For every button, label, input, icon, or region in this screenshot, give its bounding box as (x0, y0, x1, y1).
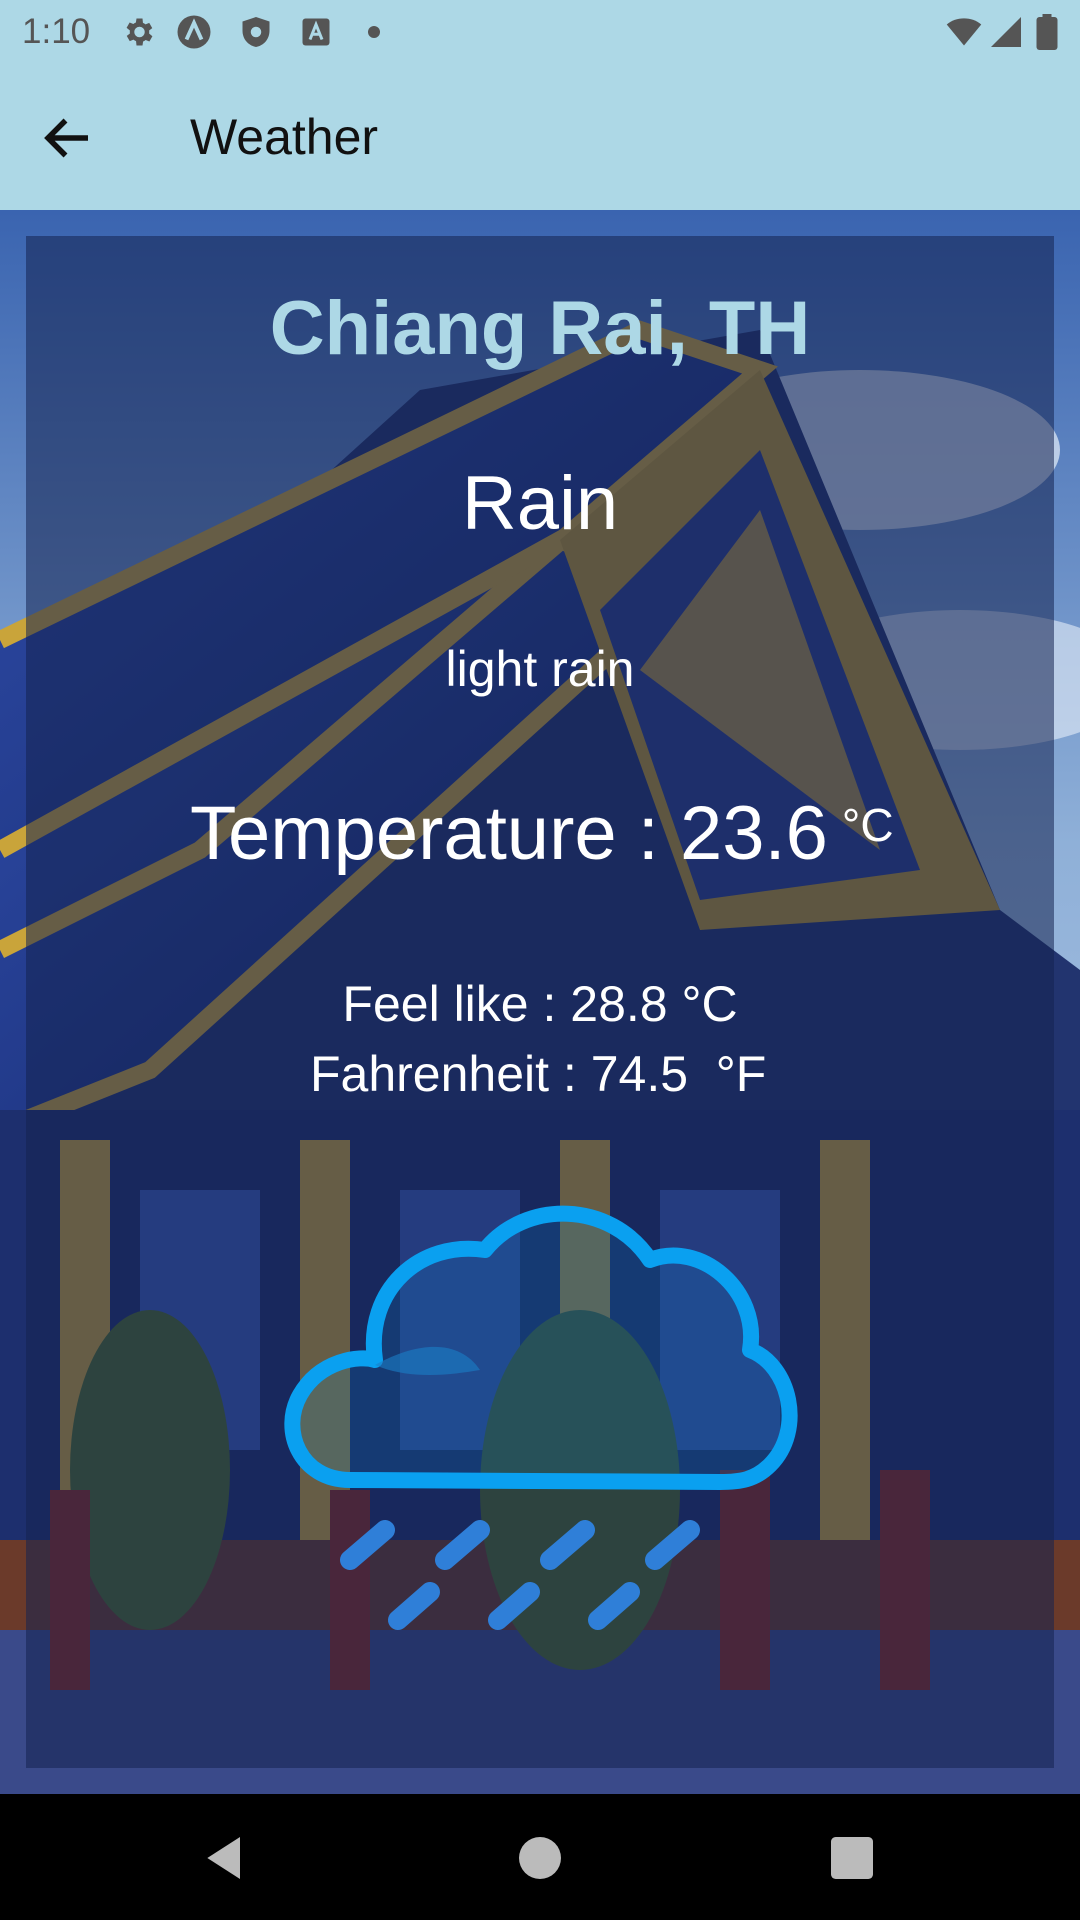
wifi-icon (946, 18, 982, 46)
battery-icon (1036, 14, 1058, 50)
page-title: Weather (190, 109, 379, 165)
status-bar: 1:10 (0, 0, 1080, 63)
shield-icon (242, 17, 270, 47)
signal-icon (991, 17, 1021, 47)
weather-description: light rain (445, 641, 635, 697)
temperature: Temperature : 23.6 °C (190, 790, 894, 877)
arrow-back-icon[interactable] (38, 108, 98, 168)
back-triangle-icon[interactable] (198, 1830, 254, 1886)
dot-icon (368, 26, 380, 38)
settings-icon (126, 18, 153, 46)
temperature-unit: °C (841, 799, 894, 851)
temperature-value: Temperature : 23.6 (190, 791, 828, 876)
feels-like: Feel like : 28.8 °C (342, 976, 738, 1032)
home-circle-icon[interactable] (512, 1830, 568, 1886)
city-name: Chiang Rai, TH (269, 286, 811, 371)
recents-square-icon[interactable] (824, 1830, 880, 1886)
status-time: 1:10 (22, 12, 91, 51)
fahrenheit: Fahrenheit : 74.5 °F (310, 1046, 767, 1102)
a-circle-icon (177, 15, 211, 49)
rain-cloud-icon (284, 1205, 798, 1630)
system-nav-bar (0, 1794, 1080, 1920)
app-bar: Weather (0, 63, 1080, 210)
weather-main: Rain (461, 461, 619, 546)
a-box-icon (302, 18, 330, 46)
